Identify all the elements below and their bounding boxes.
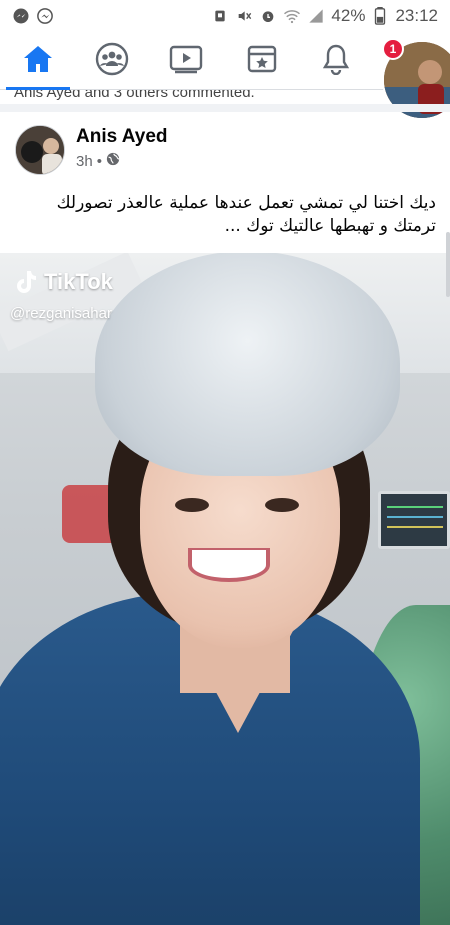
tab-home[interactable] <box>2 32 74 90</box>
wifi-icon <box>283 7 301 25</box>
alarm-icon <box>259 7 277 25</box>
comment-preview-text: Anis Ayed and 3 others commented. <box>14 90 255 101</box>
tiktok-watermark: TikTok <box>14 269 113 295</box>
tiktok-icon <box>14 269 38 295</box>
clock: 23:12 <box>395 6 438 25</box>
status-right: 42% 23:12 <box>211 6 438 26</box>
home-icon <box>22 44 54 79</box>
messenger-outline-icon <box>36 7 54 25</box>
marketplace-icon <box>246 43 278 80</box>
medical-monitor <box>378 491 450 549</box>
post-video[interactable]: TikTok @rezganisahar <box>0 253 450 925</box>
silent-icon <box>211 7 229 25</box>
globe-icon <box>106 152 120 170</box>
author-name[interactable]: Anis Ayed <box>76 126 168 148</box>
tab-groups[interactable] <box>76 32 148 90</box>
tab-watch[interactable] <box>150 32 222 90</box>
groups-icon <box>95 42 129 81</box>
scroll-edge <box>446 232 450 297</box>
tab-marketplace[interactable] <box>226 32 298 90</box>
tiktok-handle: @rezganisahar <box>10 305 112 322</box>
post-meta: 3h • <box>76 152 120 170</box>
post-time[interactable]: 3h <box>76 153 93 170</box>
messenger-icon <box>12 7 30 25</box>
battery-icon <box>371 7 389 25</box>
post-text: ديك اختنا لي تمشي تعمل عندها عملية عالعذ… <box>56 193 436 236</box>
post-header: Anis Ayed 3h • <box>0 112 450 182</box>
status-bar: 42% 23:12 <box>0 0 450 32</box>
watch-icon <box>169 44 203 79</box>
left-eye <box>175 498 209 512</box>
right-eye <box>265 498 299 512</box>
bell-icon <box>321 43 351 80</box>
surgical-cap <box>95 253 400 476</box>
status-left <box>12 7 54 25</box>
author-avatar[interactable] <box>15 125 65 175</box>
tiktok-brand: TikTok <box>44 269 113 294</box>
smile <box>188 548 270 582</box>
comment-preview: Anis Ayed and 3 others commented. <box>0 90 450 104</box>
feed-divider <box>0 104 450 112</box>
top-navigation: 1 <box>0 32 450 120</box>
tab-notifications[interactable] <box>300 32 372 90</box>
mute-icon <box>235 7 253 25</box>
battery-level: 42% <box>331 6 366 25</box>
meta-separator: • <box>96 152 102 170</box>
notification-badge: 1 <box>382 38 404 60</box>
signal-icon <box>307 7 325 25</box>
